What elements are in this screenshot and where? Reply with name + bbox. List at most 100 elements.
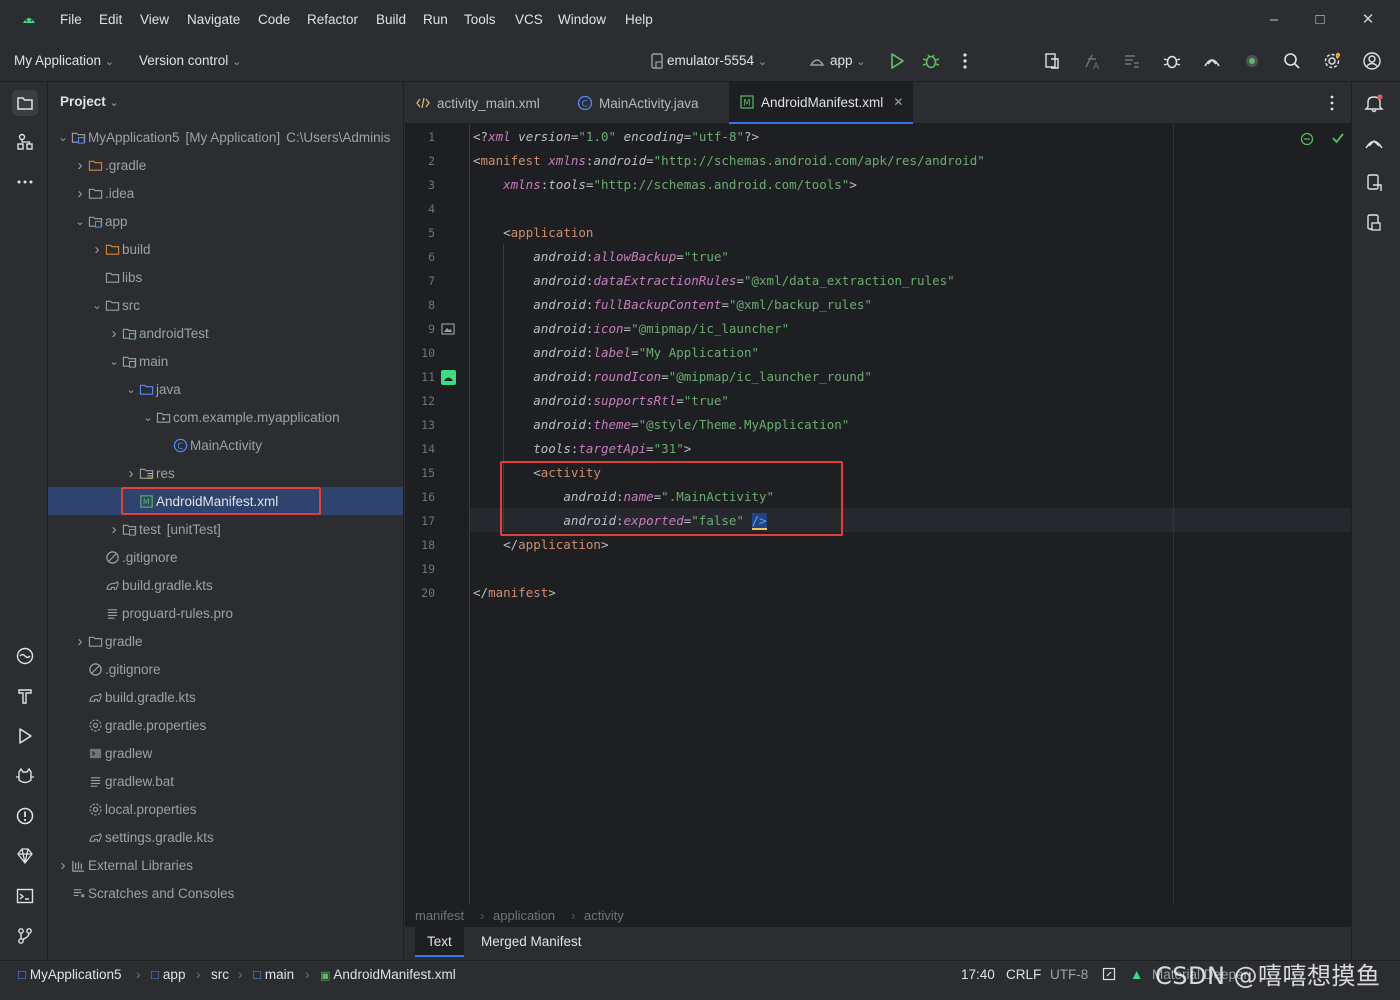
more-tools-icon[interactable] <box>12 169 38 195</box>
notifications-icon[interactable] <box>1363 92 1385 117</box>
chevron-right-icon[interactable]: › <box>73 157 87 174</box>
maximize-icon[interactable]: □ <box>1310 10 1330 30</box>
menu-refactor[interactable]: Refactor <box>307 12 358 27</box>
tree-item[interactable]: › res <box>48 459 403 487</box>
app-quality-icon[interactable] <box>12 643 38 669</box>
chevron-down-icon[interactable]: ⌄ <box>56 131 70 144</box>
menu-run[interactable]: Run <box>423 12 448 27</box>
menu-view[interactable]: View <box>140 12 169 27</box>
apply-code-changes-icon[interactable] <box>1121 50 1143 72</box>
version-control-selector[interactable]: Version control ⌄ <box>139 53 241 68</box>
file-encoding[interactable]: UTF-8 <box>1050 967 1088 982</box>
account-icon[interactable] <box>1361 50 1383 72</box>
launcher-icon-preview[interactable] <box>441 370 456 385</box>
nav-bar-app[interactable]: □ app <box>151 967 185 982</box>
chevron-right-icon[interactable]: › <box>73 633 87 650</box>
chevron-down-icon[interactable]: ⌄ <box>124 383 138 396</box>
tree-item[interactable]: .gitignore <box>48 543 403 571</box>
code-editor[interactable]: 1 2 3 4 5 6 7 8 9 10 11 12 13 14 15 16 17 18 19 20 <?xml ve… <box>405 124 1351 904</box>
breadcrumb-application[interactable]: application <box>493 908 555 923</box>
minimize-icon[interactable]: – <box>1264 10 1284 30</box>
build-tool-icon[interactable] <box>12 683 38 709</box>
chevron-down-icon[interactable]: ⌄ <box>141 411 155 424</box>
tab-merged-manifest[interactable]: Merged Manifest <box>469 927 594 957</box>
close-window-icon[interactable]: ✕ <box>1358 10 1378 30</box>
tab-androidmanifest-xml[interactable]: M AndroidManifest.xml ✕ <box>729 82 914 124</box>
tab-options-icon[interactable] <box>1325 94 1339 115</box>
nav-bar-main[interactable]: □ main <box>253 967 294 982</box>
gemini-tool-icon[interactable] <box>12 843 38 869</box>
tree-item[interactable]: M AndroidManifest.xml <box>48 487 403 515</box>
logcat-tool-icon[interactable] <box>12 763 38 789</box>
device-file-explorer-icon[interactable] <box>1363 212 1385 237</box>
tree-item[interactable]: libs <box>48 263 403 291</box>
tree-item[interactable]: C MainActivity <box>48 431 403 459</box>
nav-bar-src[interactable]: src <box>211 967 229 982</box>
chevron-right-icon[interactable]: › <box>124 465 138 482</box>
menu-window[interactable]: Window <box>558 12 606 27</box>
tree-item[interactable]: Scratches and Consoles <box>48 879 403 907</box>
project-selector[interactable]: My Application ⌄ <box>14 53 114 68</box>
sync-project-icon[interactable] <box>1041 50 1063 72</box>
tree-item[interactable]: gradlew.bat <box>48 767 403 795</box>
tree-item[interactable]: gradlew <box>48 739 403 767</box>
close-tab-icon[interactable]: ✕ <box>893 95 903 109</box>
menu-edit[interactable]: Edit <box>99 12 122 27</box>
project-view-selector[interactable]: Project ⌄ <box>60 94 119 109</box>
tree-item[interactable]: build.gradle.kts <box>48 571 403 599</box>
tree-item[interactable]: › External Libraries <box>48 851 403 879</box>
tree-item[interactable]: › test [unitTest] <box>48 515 403 543</box>
tree-item[interactable]: .gitignore <box>48 655 403 683</box>
debug-icon[interactable] <box>920 50 942 72</box>
tree-item[interactable]: local.properties <box>48 795 403 823</box>
tab-mainactivity-java[interactable]: C MainActivity.java <box>567 82 709 124</box>
tree-item[interactable]: › gradle <box>48 627 403 655</box>
device-manager-icon[interactable] <box>1201 50 1223 72</box>
line-separator[interactable]: CRLF <box>1006 967 1041 982</box>
project-tool-icon[interactable] <box>12 90 38 116</box>
tree-item[interactable]: › androidTest <box>48 319 403 347</box>
no-problems-icon[interactable] <box>1300 132 1314 149</box>
run-tool-icon[interactable] <box>12 723 38 749</box>
terminal-tool-icon[interactable] <box>12 883 38 909</box>
menu-vcs[interactable]: VCS <box>515 12 543 27</box>
chevron-down-icon[interactable]: ⌄ <box>73 215 87 228</box>
profile-icon[interactable] <box>1241 50 1263 72</box>
git-tool-icon[interactable] <box>12 923 38 949</box>
chevron-right-icon[interactable]: › <box>107 521 121 538</box>
tree-item[interactable]: build.gradle.kts <box>48 683 403 711</box>
tree-item[interactable]: ⌄ app <box>48 207 403 235</box>
menu-code[interactable]: Code <box>258 12 290 27</box>
menu-help[interactable]: Help <box>625 12 653 27</box>
read-only-toggle-icon[interactable] <box>1102 967 1116 984</box>
problems-tool-icon[interactable] <box>12 803 38 829</box>
tree-item[interactable]: ⌄ src <box>48 291 403 319</box>
image-gutter-icon[interactable] <box>441 322 455 336</box>
menu-navigate[interactable]: Navigate <box>187 12 240 27</box>
tab-activity-main-xml[interactable]: activity_main.xml <box>405 82 550 124</box>
tab-text[interactable]: Text <box>415 927 464 957</box>
menu-tools[interactable]: Tools <box>464 12 496 27</box>
tree-item[interactable]: › .idea <box>48 179 403 207</box>
menu-file[interactable]: File <box>60 12 82 27</box>
run-icon[interactable] <box>886 50 908 72</box>
nav-bar-manifest[interactable]: ▣ AndroidManifest.xml <box>320 967 456 982</box>
device-manager-icon[interactable] <box>1363 132 1385 157</box>
tree-item[interactable]: ⌄ main <box>48 347 403 375</box>
nav-bar-project[interactable]: □ MyApplication5 <box>18 967 121 982</box>
chevron-right-icon[interactable]: › <box>90 241 104 258</box>
caret-position[interactable]: 17:40 <box>961 967 995 982</box>
device-selector[interactable]: emulator-5554 ⌄ <box>667 53 767 68</box>
attach-debugger-icon[interactable] <box>1161 50 1183 72</box>
tree-item[interactable]: ⌄ com.example.myapplication <box>48 403 403 431</box>
tree-item[interactable]: proguard-rules.pro <box>48 599 403 627</box>
tree-item[interactable]: ⌄ MyApplication5 [My Application] C:\Users\… <box>48 123 403 151</box>
chevron-down-icon[interactable]: ⌄ <box>107 355 121 368</box>
apply-changes-icon[interactable]: A <box>1081 50 1103 72</box>
chevron-right-icon[interactable]: › <box>73 185 87 202</box>
chevron-right-icon[interactable]: › <box>107 325 121 342</box>
breadcrumb-activity[interactable]: activity <box>584 908 624 923</box>
tree-item[interactable]: › .gradle <box>48 151 403 179</box>
tree-item[interactable]: settings.gradle.kts <box>48 823 403 851</box>
inspection-ok-icon[interactable] <box>1331 131 1345 148</box>
